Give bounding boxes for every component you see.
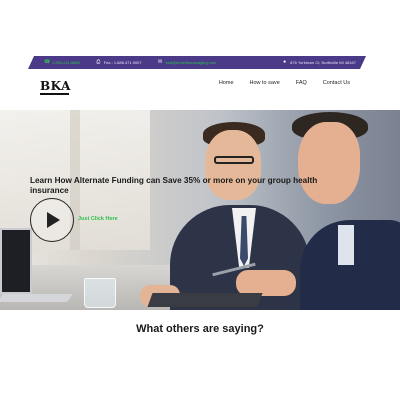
fax-icon: ⎙ (96, 59, 101, 65)
logo-underline (40, 93, 69, 95)
fax-number: Fax.: 1.888.471.9007 (103, 60, 142, 65)
email-item[interactable]: ✉ bka@benefitsmanaging.com (158, 60, 217, 65)
laptop-base (0, 294, 73, 302)
phone-number[interactable]: 1.855.241.8880 (52, 60, 80, 65)
play-video-button[interactable] (30, 198, 74, 242)
phone-icon: ☎ (44, 59, 51, 65)
main-nav: Home How to save FAQ Contact Us (219, 80, 350, 86)
contact-bar: ☎ 1.855.241.8880 ⎙ Fax.: 1.888.471.9007 … (28, 56, 366, 69)
fax-item: ⎙ Fax.: 1.888.471.9007 (96, 60, 142, 65)
email-link[interactable]: bka@benefitsmanaging.com (166, 60, 217, 65)
testimonials-heading: What others are saying? (136, 323, 264, 335)
phone-item[interactable]: ☎ 1.855.241.8880 (44, 60, 80, 65)
nav-home[interactable]: Home (219, 80, 234, 86)
address-item: ● 876 Yorktown Ct, Northville MI 48167 (282, 60, 356, 65)
location-pin-icon: ● (283, 59, 287, 65)
address-text: 876 Yorktown Ct, Northville MI 48167 (290, 60, 356, 65)
just-click-here-link[interactable]: Just Click Here (78, 216, 118, 222)
site-header: BKA (0, 72, 400, 102)
man-smiling-shirt (338, 225, 354, 265)
email-icon: ✉ (158, 59, 163, 65)
nav-contact-us[interactable]: Contact Us (323, 80, 350, 86)
hero-headline: Learn How Alternate Funding can Save 35%… (30, 176, 318, 195)
play-icon (47, 212, 60, 228)
tablet-device (147, 293, 263, 307)
water-glass (84, 278, 116, 308)
laptop-screen (0, 228, 32, 294)
glasses (214, 156, 254, 164)
nav-how-to-save[interactable]: How to save (250, 80, 280, 86)
nav-faq[interactable]: FAQ (296, 80, 307, 86)
